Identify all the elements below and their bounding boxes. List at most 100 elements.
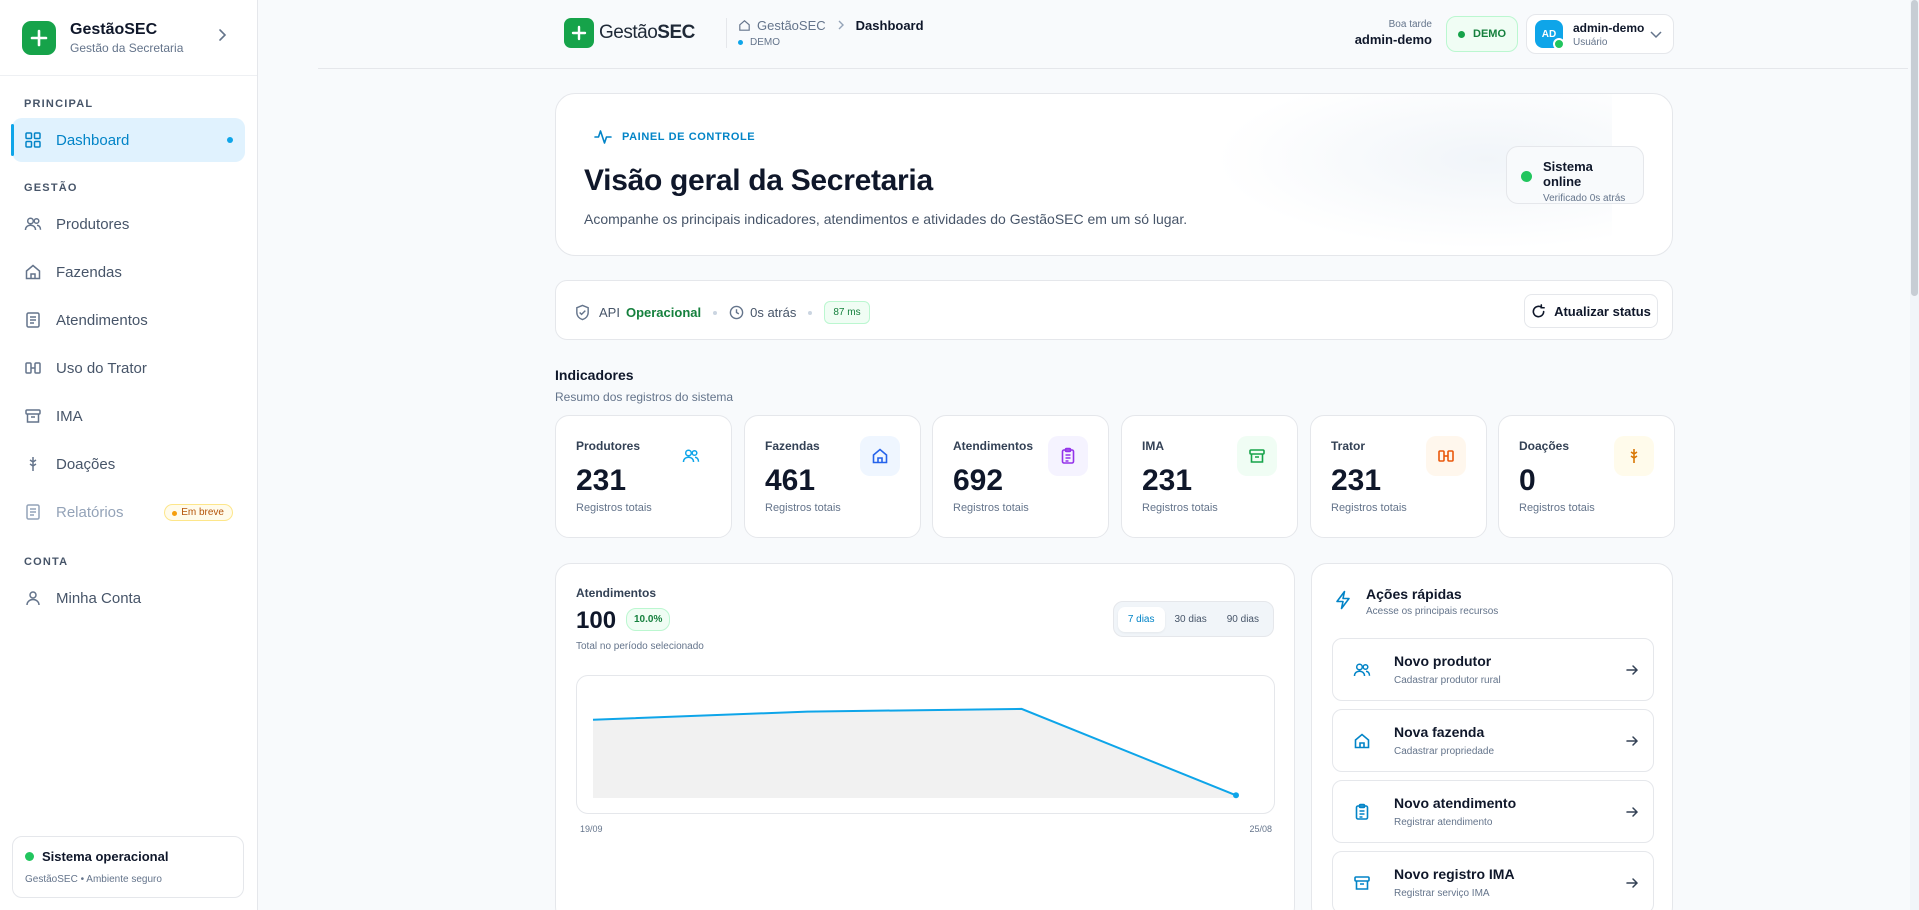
system-status-card: Sistema operacional GestãoSEC • Ambiente… [12,836,244,898]
stat-sub: Registros totais [953,502,1029,514]
action-sub: Cadastrar produtor rural [1394,675,1501,686]
stat-label: Atendimentos [953,439,1034,453]
sidebar-item-trator[interactable]: Uso do Trator [12,346,245,390]
atendimentos-chart-card: Atendimentos 100 10.0% Total no período … [555,563,1295,910]
sidebar-item-relatorios[interactable]: Relatórios Em breve [12,490,245,534]
refresh-icon [1531,303,1554,319]
range-90-days[interactable]: 90 dias [1217,607,1269,632]
stat-value: 231 [1331,464,1382,497]
sidebar-item-atendimentos[interactable]: Atendimentos [12,298,245,342]
sidebar-item-produtores[interactable]: Produtores [12,202,245,246]
action-novo-produtor[interactable]: Novo produtor Cadastrar produtor rural [1332,638,1654,701]
avatar: AD [1535,20,1565,50]
refresh-status-button[interactable]: Atualizar status [1524,294,1658,328]
arrow-right-icon [1625,805,1639,824]
archive-icon [1237,436,1277,476]
section-conta: CONTA [24,556,69,568]
user-icon [24,589,42,607]
breadcrumb-home[interactable]: GestãoSEC [757,18,826,33]
stat-sub: Registros totais [576,502,652,514]
chart-caption: Total no período selecionado [576,641,704,652]
sidebar-item-conta[interactable]: Minha Conta [12,576,245,620]
action-nova-fazenda[interactable]: Nova fazenda Cadastrar propriedade [1332,709,1654,772]
stat-card-doacoes[interactable]: Doações 0 Registros totais [1498,415,1675,538]
users-icon [671,436,711,476]
home-icon [24,263,42,281]
stat-sub: Registros totais [1331,502,1407,514]
refresh-status-label: Atualizar status [1554,303,1651,319]
wheat-icon [24,455,42,473]
api-status-bar: API Operacional 0s atrás 87 ms Atualizar… [555,280,1673,340]
breadcrumb: GestãoSEC Dashboard [738,18,924,33]
stat-card-trator[interactable]: Trator 231 Registros totais [1310,415,1487,538]
action-sub: Registrar atendimento [1394,817,1493,828]
stat-sub: Registros totais [765,502,841,514]
environment-label: DEMO [738,37,780,48]
topbar-logo[interactable]: GestãoSEC [564,18,695,48]
api-last-check: 0s atrás [750,305,797,320]
coming-soon-badge: Em breve [164,503,233,521]
sidebar-item-ima[interactable]: IMA [12,394,245,438]
sidebar-item-label: Produtores [56,215,130,233]
chart-title: Atendimentos [576,586,657,600]
stat-card-ima[interactable]: IMA 231 Registros totais [1121,415,1298,538]
separator-dot [713,310,718,315]
home-icon [860,436,900,476]
system-status-title: Sistema operacional [42,849,169,864]
range-30-days[interactable]: 30 dias [1165,607,1217,632]
scrollbar-thumb[interactable] [1911,0,1918,296]
greeting-user: admin-demo [1354,32,1432,47]
hero-card: PAINEL DE CONTROLE Visão geral da Secret… [555,93,1673,256]
action-novo-atendimento[interactable]: Novo atendimento Registrar atendimento [1332,780,1654,843]
system-status-sub: GestãoSEC • Ambiente seguro [25,874,162,885]
plus-logo-icon [564,18,594,48]
tractor-icon [1426,436,1466,476]
system-online-title: Sistema online [1543,159,1593,189]
topbar: GestãoSEC GestãoSEC Dashboard DEMO Boa t… [318,0,1908,69]
active-dot [227,137,233,143]
chart-point[interactable] [1233,792,1239,799]
sidebar-item-label: Doações [56,455,116,473]
action-title: Novo registro IMA [1394,866,1515,882]
stat-value: 692 [953,464,1004,497]
sidebar: GestãoSEC Gestão da Secretaria PRINCIPAL… [0,0,258,910]
grid-icon [24,131,42,149]
users-icon [1353,661,1371,684]
range-selector: 7 dias 30 dias 90 dias [1112,601,1274,637]
quick-actions-subtitle: Acesse os principais recursos [1366,606,1499,617]
chevron-right-icon[interactable] [215,28,229,47]
stat-card-fazendas[interactable]: Fazendas 461 Registros totais [744,415,921,538]
activity-icon [594,128,622,146]
document-icon [24,311,42,329]
stat-card-atendimentos[interactable]: Atendimentos 692 Registros totais [932,415,1109,538]
sidebar-item-label: Uso do Trator [56,359,147,377]
line-chart [592,707,1239,799]
sidebar-item-dashboard[interactable]: Dashboard [11,118,245,162]
user-role: Usuário [1573,36,1608,48]
stat-sub: Registros totais [1519,502,1595,514]
section-principal: PRINCIPAL [24,98,94,110]
lightning-icon [1334,586,1366,617]
action-novo-registro-ima[interactable]: Novo registro IMA Registrar serviço IMA [1332,851,1654,910]
demo-badge: DEMO [1446,16,1518,52]
api-label: API [599,305,620,320]
sidebar-item-doacoes[interactable]: Doações [12,442,245,486]
archive-icon [24,407,42,425]
archive-icon [1353,874,1371,897]
hero-tag: PAINEL DE CONTROLE [594,128,755,146]
stat-value: 231 [1142,464,1193,497]
home-icon [1353,732,1371,755]
stat-card-produtores[interactable]: Produtores 231 Registros totais [555,415,732,538]
logo-regular: Gestão [599,22,658,43]
status-dot [25,852,34,861]
page-scrollbar[interactable] [1910,0,1919,910]
system-online-sub: Verificado 0s atrás [1543,193,1626,204]
sidebar-item-fazendas[interactable]: Fazendas [12,250,245,294]
user-menu-button[interactable]: AD admin-demo Usuário [1526,14,1674,54]
stat-value: 0 [1519,464,1536,497]
report-icon [24,503,42,521]
range-7-days[interactable]: 7 dias [1117,606,1165,632]
arrow-right-icon [1625,734,1639,753]
quick-actions-card: Ações rápidas Acesse os principais recur… [1311,563,1673,910]
hero-tag-label: PAINEL DE CONTROLE [622,131,756,143]
